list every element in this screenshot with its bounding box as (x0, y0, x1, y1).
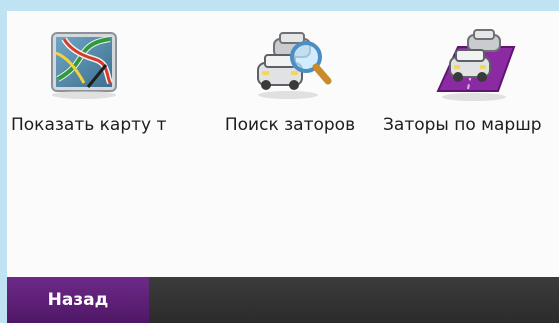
route-traffic-icon (436, 29, 516, 101)
device-screen: Показать карту т Поиск заторов Заторы по… (0, 0, 559, 323)
traffic-menu: Показать карту т Поиск заторов Заторы по… (7, 11, 559, 275)
back-button[interactable]: Назад (7, 277, 149, 323)
search-traffic-label: Поиск заторов (224, 115, 356, 135)
search-traffic-button[interactable]: Поиск заторов (195, 25, 385, 155)
traffic-map-icon (51, 32, 117, 99)
traffic-menu-panel: Показать карту т Поиск заторов Заторы по… (7, 11, 559, 323)
route-traffic-label: Заторы по маршр (383, 115, 542, 135)
bottom-toolbar: Назад (7, 277, 559, 323)
route-traffic-button[interactable]: Заторы по маршр (379, 25, 559, 155)
show-traffic-map-label: Показать карту т (11, 115, 167, 135)
search-traffic-icon (257, 32, 332, 99)
show-traffic-map-button[interactable]: Показать карту т (7, 25, 177, 155)
